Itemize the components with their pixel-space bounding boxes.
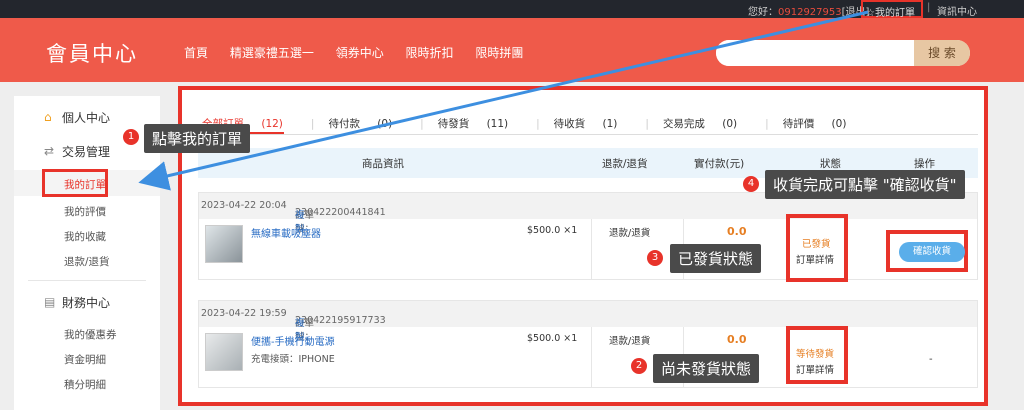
callout-not-shipped: 尚未發貨狀態 <box>653 354 760 383</box>
callout-badge: 2 <box>631 358 647 374</box>
callout-shipped: 已發貨狀態 <box>670 244 762 273</box>
callout-badge: 4 <box>743 176 759 192</box>
callout-badge: 3 <box>647 250 663 266</box>
annotation-arrow <box>138 10 869 191</box>
callout-click-my-orders: 點擊我的訂單 <box>144 124 251 153</box>
callout-confirm-receipt: 收貨完成可點擊 "確認收貨" <box>765 170 965 199</box>
callout-badge: 1 <box>123 129 139 145</box>
